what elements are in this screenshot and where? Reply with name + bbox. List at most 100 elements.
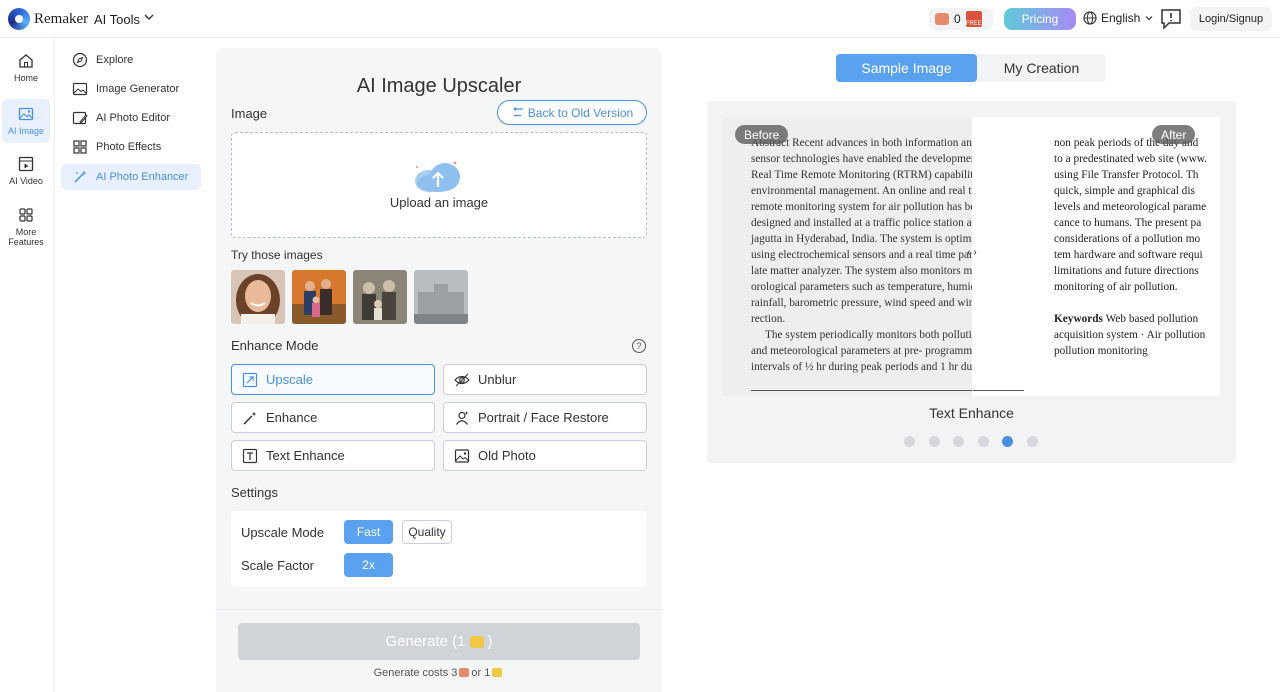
magic-wand-icon: [74, 170, 87, 183]
generate-close: ): [487, 633, 493, 650]
doc-text-line: rainfall, barometric pressure, wind spee…: [751, 297, 996, 309]
subnav-item-explore[interactable]: Explore: [61, 47, 201, 73]
free-gift-icon[interactable]: FREE: [965, 11, 982, 27]
doc-text-line: sensor technologies have enabled the dev…: [751, 153, 992, 165]
rail-item-more-features[interactable]: More Features: [2, 207, 50, 251]
login-signup-button[interactable]: Login/Signup: [1190, 7, 1272, 31]
doc-text-line: late matter analyzer. The system also mo…: [751, 265, 990, 277]
image-label: Image: [231, 106, 268, 121]
tab-sample-image[interactable]: Sample Image: [836, 54, 977, 82]
subnav-item-ai-photo-enhancer[interactable]: AI Photo Enhancer: [61, 164, 201, 190]
preview-tabs: Sample Image My Creation: [836, 54, 1106, 82]
costs-prefix: Generate costs 3: [373, 667, 458, 679]
credits-indicator[interactable]: 0 FREE: [929, 8, 993, 30]
magic-wand-icon: [243, 411, 257, 425]
back-button-label: Back to Old Version: [527, 105, 634, 120]
grid-icon: [19, 208, 33, 222]
subnav-item-photo-effects[interactable]: Photo Effects: [61, 134, 201, 160]
compass-icon: [72, 52, 88, 68]
doc-text-line: using File Transfer Protocol. Th: [1054, 169, 1199, 181]
sample-thumb-portrait[interactable]: [231, 270, 285, 324]
language-label: English: [1101, 11, 1141, 25]
feedback-icon[interactable]: [1160, 8, 1182, 30]
mode-unblur[interactable]: Unblur: [443, 364, 647, 395]
rail-label: AI Image: [7, 126, 45, 136]
comparison-slider-handle[interactable]: ‹ ›: [963, 247, 981, 261]
doc-text-line: Keywords Web based pollution: [1054, 313, 1199, 325]
subnav-item-ai-photo-editor[interactable]: AI Photo Editor: [61, 105, 201, 131]
subnav-label: Photo Effects: [96, 141, 162, 153]
carousel-dot[interactable]: [977, 436, 989, 447]
tab-my-creation[interactable]: My Creation: [977, 54, 1106, 82]
upscale-icon: [242, 372, 258, 387]
doc-text-line: rection.: [751, 313, 786, 325]
mode-label: Text Enhance: [266, 448, 345, 463]
sample-thumb-old-family[interactable]: [353, 270, 407, 324]
doc-text-line: levels and meteorological parame: [1054, 201, 1207, 213]
subnav-label: Image Generator: [96, 83, 180, 95]
subnav-label: AI Photo Editor: [96, 112, 170, 124]
chevron-down-icon[interactable]: [143, 11, 155, 23]
mode-upscale[interactable]: Upscale: [231, 364, 435, 395]
effects-grid-icon: [73, 140, 87, 154]
return-arrow-icon: [513, 107, 523, 117]
upscale-mode-quality[interactable]: Quality: [402, 520, 452, 544]
coin-icon: [459, 668, 470, 677]
doc-rule-line: [751, 390, 972, 391]
rail-item-ai-video[interactable]: AI Video: [2, 156, 50, 192]
carousel-dot[interactable]: [1026, 436, 1038, 447]
generate-area: Generate (1 ) Generate costs 3 or 1: [216, 609, 662, 692]
rail-item-home[interactable]: Home: [2, 53, 50, 89]
mode-text-enhance[interactable]: Text Enhance: [231, 440, 435, 471]
help-icon[interactable]: ?: [632, 339, 646, 353]
carousel-dot[interactable]: [904, 436, 915, 447]
subnav-item-image-generator[interactable]: Image Generator: [61, 76, 201, 102]
page-title: AI Image Upscaler: [356, 75, 522, 97]
sample-thumb-building[interactable]: [414, 270, 468, 324]
upload-dropzone[interactable]: Upload an image: [231, 132, 647, 238]
upload-label: Upload an image: [389, 195, 489, 210]
scale-factor-label: Scale Factor: [241, 558, 314, 573]
sample-thumb-family[interactable]: [292, 270, 346, 324]
carousel-dot[interactable]: [953, 436, 964, 447]
generate-button[interactable]: Generate (1 ): [238, 623, 640, 660]
home-icon: [19, 54, 33, 68]
carousel-dot[interactable]: [1002, 436, 1013, 447]
mode-old-photo[interactable]: Old Photo: [443, 440, 647, 471]
doc-text-line: environmental management. An online and …: [751, 185, 989, 197]
doc-text-line: limitations and future directions: [1054, 265, 1199, 277]
upscaler-panel: AI Image Upscaler Image Back to Old Vers…: [216, 48, 662, 692]
doc-text-line: and meteorological parameters at pre- pr…: [751, 345, 983, 357]
video-icon: [18, 156, 34, 172]
brand-name[interactable]: Remaker: [34, 11, 88, 28]
doc-text-line: to a predestinated web site (www.: [1054, 153, 1207, 165]
coin-icon: [935, 13, 949, 25]
sub-navigation: Explore Image Generator AI Photo Editor …: [56, 39, 208, 692]
language-selector[interactable]: English: [1083, 11, 1154, 25]
remaker-logo-icon[interactable]: [8, 8, 30, 30]
back-to-old-version-button[interactable]: Back to Old Version: [497, 100, 647, 125]
before-after-comparison[interactable]: Abstract Recent advances in both informa…: [723, 117, 1220, 396]
settings-box: Upscale Mode Fast Quality Scale Factor 2…: [231, 511, 647, 587]
rail-label: More Features: [8, 227, 44, 247]
ai-tools-menu[interactable]: AI Tools: [94, 12, 140, 27]
rail-item-ai-image[interactable]: AI Image: [2, 99, 50, 143]
scale-factor-2x[interactable]: 2x: [344, 553, 393, 577]
upscale-mode-fast[interactable]: Fast: [344, 520, 393, 544]
left-rail: Home AI Image AI Video More Features: [0, 39, 55, 692]
mode-label: Upscale: [266, 372, 313, 387]
mode-portrait-face-restore[interactable]: Portrait / Face Restore: [443, 402, 647, 433]
enhance-mode-label: Enhance Mode: [231, 338, 319, 353]
carousel-dot[interactable]: [928, 436, 940, 447]
doc-text-line: Real Time Remote Monitoring (RTRM) capab…: [751, 169, 1002, 181]
portrait-photo: [231, 270, 285, 324]
doc-text-line: considerations of a pollution mo: [1054, 233, 1201, 245]
doc-text-line: quick, simple and graphical dis: [1054, 185, 1195, 197]
doc-text-line: jagutta in Hyderabad, India. The system …: [751, 233, 991, 245]
doc-text-line: intervals of ½ hr during peak periods an…: [751, 361, 991, 373]
doc-text-line: monitoring of air pollution.: [1054, 281, 1178, 293]
cloud-upload-icon: [415, 161, 460, 192]
pricing-button[interactable]: Pricing: [1004, 8, 1076, 30]
mode-enhance[interactable]: Enhance: [231, 402, 435, 433]
doc-text-line: tem hardware and software requi: [1054, 249, 1203, 261]
